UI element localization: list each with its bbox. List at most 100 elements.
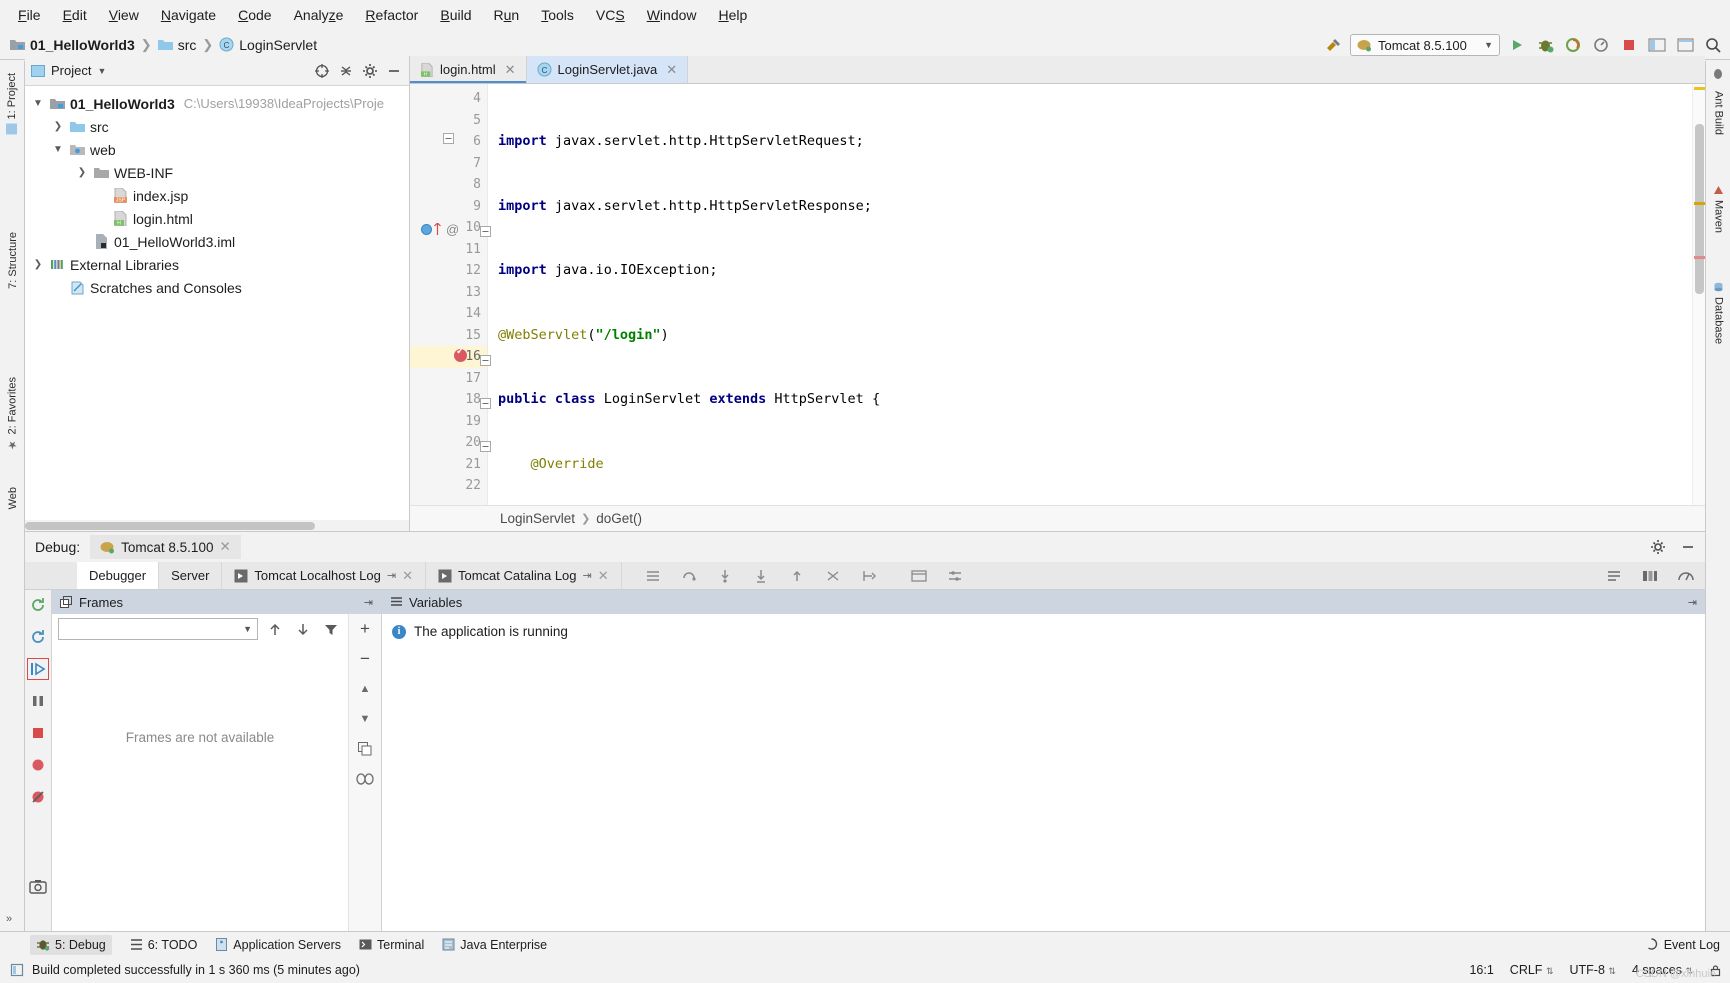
settings-gear-icon[interactable] (1674, 34, 1696, 56)
tree-row[interactable]: ❯ src (25, 115, 409, 138)
marker-warning[interactable] (1694, 87, 1705, 90)
breadcrumb-project[interactable]: 01_HelloWorld3 (10, 37, 135, 53)
menu-vcs[interactable]: VCS (586, 3, 635, 27)
search-everywhere-icon[interactable] (1702, 34, 1724, 56)
thread-selector[interactable]: ▼ (58, 618, 258, 640)
close-icon[interactable]: ✕ (598, 568, 609, 584)
show-execution-point-icon[interactable] (642, 565, 664, 587)
hide-debug-panel-icon[interactable] (1677, 536, 1699, 558)
force-step-into-icon[interactable] (750, 565, 772, 587)
tree-row[interactable]: Scratches and Consoles (25, 276, 409, 299)
scrollbar-thumb[interactable] (25, 522, 315, 530)
run-configuration-selector[interactable]: Tomcat 8.5.100 ▼ (1350, 34, 1500, 56)
rail-item-project[interactable]: 1: Project (6, 67, 18, 140)
editor-tab-login-html[interactable]: H login.html ✕ (410, 56, 527, 83)
lock-icon[interactable] (1709, 964, 1722, 977)
tree-row[interactable]: JSP index.jsp (25, 184, 409, 207)
copy-icon[interactable] (354, 738, 376, 760)
scrollbar-thumb[interactable] (1695, 124, 1704, 294)
tree-row[interactable]: ▼ web (25, 138, 409, 161)
stop-button[interactable] (1618, 34, 1640, 56)
settings-icon[interactable] (27, 876, 49, 898)
tree-row[interactable]: ❯ External Libraries (25, 253, 409, 276)
toolwindow-terminal[interactable]: Terminal (359, 938, 424, 952)
rail-item-maven[interactable]: Maven (1713, 179, 1725, 239)
hide-panel-icon[interactable] (383, 60, 405, 82)
line-separator[interactable]: CRLF ⇅ (1510, 963, 1554, 977)
view-breakpoints-icon[interactable] (27, 754, 49, 776)
rail-item-structure[interactable]: 7: Structure (7, 226, 19, 295)
grid-view-icon[interactable] (1639, 565, 1661, 587)
collapse-all-icon[interactable] (335, 60, 357, 82)
tree-row[interactable]: H login.html (25, 207, 409, 230)
evaluate-expression-icon[interactable] (908, 565, 930, 587)
debug-tab-server[interactable]: Server (159, 562, 223, 589)
move-up-frame-icon[interactable] (264, 618, 286, 640)
scroll-down-icon[interactable]: ▼ (354, 708, 376, 730)
step-over-icon[interactable] (678, 565, 700, 587)
rail-expand-icon[interactable]: » (6, 913, 12, 925)
breadcrumb-method-name[interactable]: doGet() (596, 511, 642, 526)
gutter-run-marker[interactable]: @ (421, 222, 459, 237)
toolwindow-debug[interactable]: 5: Debug (30, 934, 112, 955)
menu-navigate[interactable]: Navigate (151, 3, 226, 27)
menu-refactor[interactable]: Refactor (355, 3, 428, 27)
menu-file[interactable]: File (8, 3, 51, 27)
pin-tab-icon[interactable]: ⇥ (583, 569, 592, 582)
toolwindow-todo[interactable]: 6: TODO (130, 938, 197, 952)
toolwindow-java-enterprise[interactable]: Java Enterprise (442, 938, 547, 952)
restart-icon[interactable] (27, 626, 49, 648)
profile-button[interactable] (1590, 34, 1612, 56)
tree-row[interactable]: ▼ 01_HelloWorld3 C:\Users\19938\IdeaProj… (25, 92, 409, 115)
menu-tools[interactable]: Tools (531, 3, 584, 27)
chevron-down-icon[interactable]: ▼ (31, 98, 45, 109)
filter-frames-icon[interactable] (320, 618, 342, 640)
menu-code[interactable]: Code (228, 3, 281, 27)
console-view-icon[interactable] (1603, 565, 1625, 587)
breadcrumb-class[interactable]: C LoginServlet (219, 37, 317, 53)
marker-error[interactable] (1694, 256, 1705, 259)
scroll-up-icon[interactable]: ▲ (354, 678, 376, 700)
chevron-down-icon[interactable]: ▼ (1484, 40, 1493, 50)
project-tree-horizontal-scrollbar[interactable] (25, 520, 409, 531)
chevron-down-icon[interactable]: ▼ (243, 624, 252, 634)
menu-window[interactable]: Window (637, 3, 707, 27)
chevron-right-icon[interactable]: ❯ (51, 121, 65, 132)
drop-frame-icon[interactable] (822, 565, 844, 587)
toolwindow-application-servers[interactable]: Application Servers (215, 938, 341, 952)
close-icon[interactable]: ✕ (402, 568, 413, 584)
code-editor[interactable]: 4 5 6 7 8 9 10 11 12 13 14 15 16 17 18 1… (410, 84, 1705, 505)
indent-setting[interactable]: 4 spaces ⇅ (1632, 963, 1693, 977)
scroll-from-source-icon[interactable] (311, 60, 333, 82)
run-button[interactable] (1506, 34, 1528, 56)
breadcrumb-class-name[interactable]: LoginServlet (500, 511, 575, 526)
marker-changed[interactable] (1694, 202, 1705, 205)
rail-item-database[interactable]: Database (1713, 276, 1725, 350)
file-encoding[interactable]: UTF-8 ⇅ (1569, 963, 1615, 977)
move-down-frame-icon[interactable] (292, 618, 314, 640)
debug-settings-gear-icon[interactable] (1647, 536, 1669, 558)
resume-program-icon[interactable] (27, 658, 49, 680)
rail-item-favorites[interactable]: ★ 2: Favorites (6, 371, 20, 457)
editor-gutter[interactable]: 4 5 6 7 8 9 10 11 12 13 14 15 16 17 18 1… (410, 84, 491, 505)
stop-program-icon[interactable] (27, 722, 49, 744)
remove-watch-icon[interactable]: − (354, 648, 376, 670)
close-icon[interactable]: ✕ (505, 62, 516, 78)
layout-settings-icon[interactable] (944, 565, 966, 587)
editor-scrollbar[interactable] (1692, 84, 1705, 505)
debug-tab-tomcat-localhost-log[interactable]: Tomcat Localhost Log ⇥ ✕ (222, 562, 426, 589)
debug-button[interactable] (1534, 34, 1556, 56)
close-icon[interactable]: ✕ (219, 539, 230, 555)
editor-tab-loginservlet-java[interactable]: C LoginServlet.java ✕ (526, 56, 689, 83)
run-to-cursor-icon[interactable] (858, 565, 880, 587)
tree-row[interactable]: ❯ WEB-INF (25, 161, 409, 184)
rerun-icon[interactable] (27, 594, 49, 616)
event-log-button[interactable]: Event Log (1645, 938, 1720, 952)
annotation-at-icon[interactable]: @ (446, 222, 459, 237)
menu-edit[interactable]: Edit (53, 3, 97, 27)
build-hammer-icon[interactable] (1322, 34, 1344, 56)
breadcrumb-src[interactable]: src (157, 37, 196, 53)
close-icon[interactable]: ✕ (666, 62, 677, 78)
step-out-icon[interactable] (786, 565, 808, 587)
pause-program-icon[interactable] (27, 690, 49, 712)
